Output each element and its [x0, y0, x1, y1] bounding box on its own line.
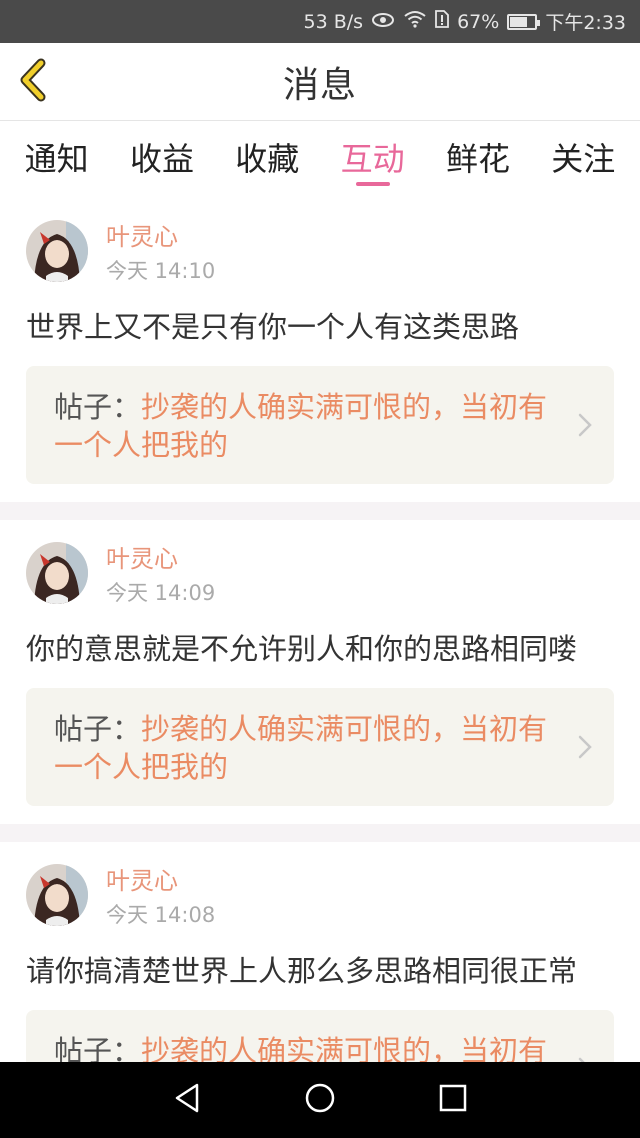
tab-flowers[interactable]: 鲜花	[426, 122, 530, 192]
status-bar: 53 B/s 67% 下午2:33	[0, 0, 640, 43]
avatar[interactable]	[26, 220, 88, 282]
tab-label: 互动	[340, 140, 405, 178]
message-list[interactable]: 叶灵心 今天 14:10 世界上又不是只有你一个人有这类思路 帖子：抄袭的人确实…	[0, 198, 640, 1062]
home-circle-icon	[304, 1082, 336, 1118]
timestamp: 今天 14:10	[106, 259, 216, 283]
tab-earnings[interactable]: 收益	[110, 122, 214, 192]
user-row: 叶灵心 今天 14:09	[26, 542, 614, 616]
tab-label: 通知	[24, 140, 89, 178]
sim-alert-icon	[435, 10, 449, 33]
tab-notifications[interactable]: 通知	[5, 122, 109, 192]
username[interactable]: 叶灵心	[106, 542, 215, 576]
page-title: 消息	[282, 64, 357, 106]
clock: 下午2:33	[545, 12, 626, 34]
username[interactable]: 叶灵心	[106, 864, 215, 898]
nav-back-button[interactable]	[157, 1070, 217, 1130]
message-card[interactable]: 叶灵心 今天 14:08 请你搞清楚世界上人那么多思路相同很正常 帖子：抄袭的人…	[0, 824, 640, 1062]
comment-text: 世界上又不是只有你一个人有这类思路	[26, 310, 520, 344]
post-link[interactable]: 帖子：抄袭的人确实满可恨的，当初有一个人把我的	[26, 366, 614, 484]
username[interactable]: 叶灵心	[106, 220, 215, 254]
battery-icon	[507, 13, 541, 30]
post-link[interactable]: 帖子：抄袭的人确实满可恨的，当初有一个人把我的	[26, 1010, 614, 1062]
tab-label: 收藏	[235, 140, 300, 178]
chevron-right-icon	[578, 413, 592, 441]
avatar[interactable]	[26, 864, 88, 926]
recents-square-icon	[438, 1083, 468, 1117]
post-link[interactable]: 帖子：抄袭的人确实满可恨的，当初有一个人把我的	[26, 688, 614, 806]
header: 消息	[0, 43, 640, 121]
post-prefix: 帖子：	[54, 390, 142, 424]
user-row: 叶灵心 今天 14:10	[26, 220, 614, 294]
tab-label: 关注	[551, 140, 616, 178]
back-button[interactable]	[14, 57, 54, 107]
avatar[interactable]	[26, 542, 88, 604]
comment-text: 你的意思就是不允许别人和你的思路相同喽	[26, 632, 578, 666]
tab-bar: 通知 收益 收藏 互动 鲜花 关注	[0, 122, 640, 192]
message-card[interactable]: 叶灵心 今天 14:10 世界上又不是只有你一个人有这类思路 帖子：抄袭的人确实…	[0, 198, 640, 502]
active-tab-indicator	[355, 182, 390, 186]
user-row: 叶灵心 今天 14:08	[26, 864, 614, 938]
wifi-icon	[403, 10, 427, 33]
chevron-right-icon	[578, 735, 592, 763]
timestamp: 今天 14:08	[106, 903, 216, 927]
comment-text: 请你搞清楚世界上人那么多思路相同很正常	[26, 954, 578, 988]
system-nav-bar	[0, 1062, 640, 1138]
eye-icon	[371, 11, 395, 33]
timestamp: 今天 14:09	[106, 581, 216, 605]
tab-label: 收益	[129, 140, 194, 178]
tab-favorites[interactable]: 收藏	[215, 122, 319, 192]
nav-home-button[interactable]	[290, 1070, 350, 1130]
battery-percent: 67%	[457, 10, 500, 33]
net-speed: 53 B/s	[303, 10, 364, 33]
back-triangle-icon	[172, 1082, 202, 1118]
tab-label: 鲜花	[445, 140, 510, 178]
tab-interactions[interactable]: 互动	[321, 122, 425, 192]
nav-recents-button[interactable]	[423, 1070, 483, 1130]
tab-following[interactable]: 关注	[531, 122, 635, 192]
message-card[interactable]: 叶灵心 今天 14:09 你的意思就是不允许别人和你的思路相同喽 帖子：抄袭的人…	[0, 502, 640, 824]
chevron-left-icon	[17, 57, 51, 107]
post-prefix: 帖子：	[54, 712, 142, 746]
post-prefix: 帖子：	[54, 1034, 142, 1062]
